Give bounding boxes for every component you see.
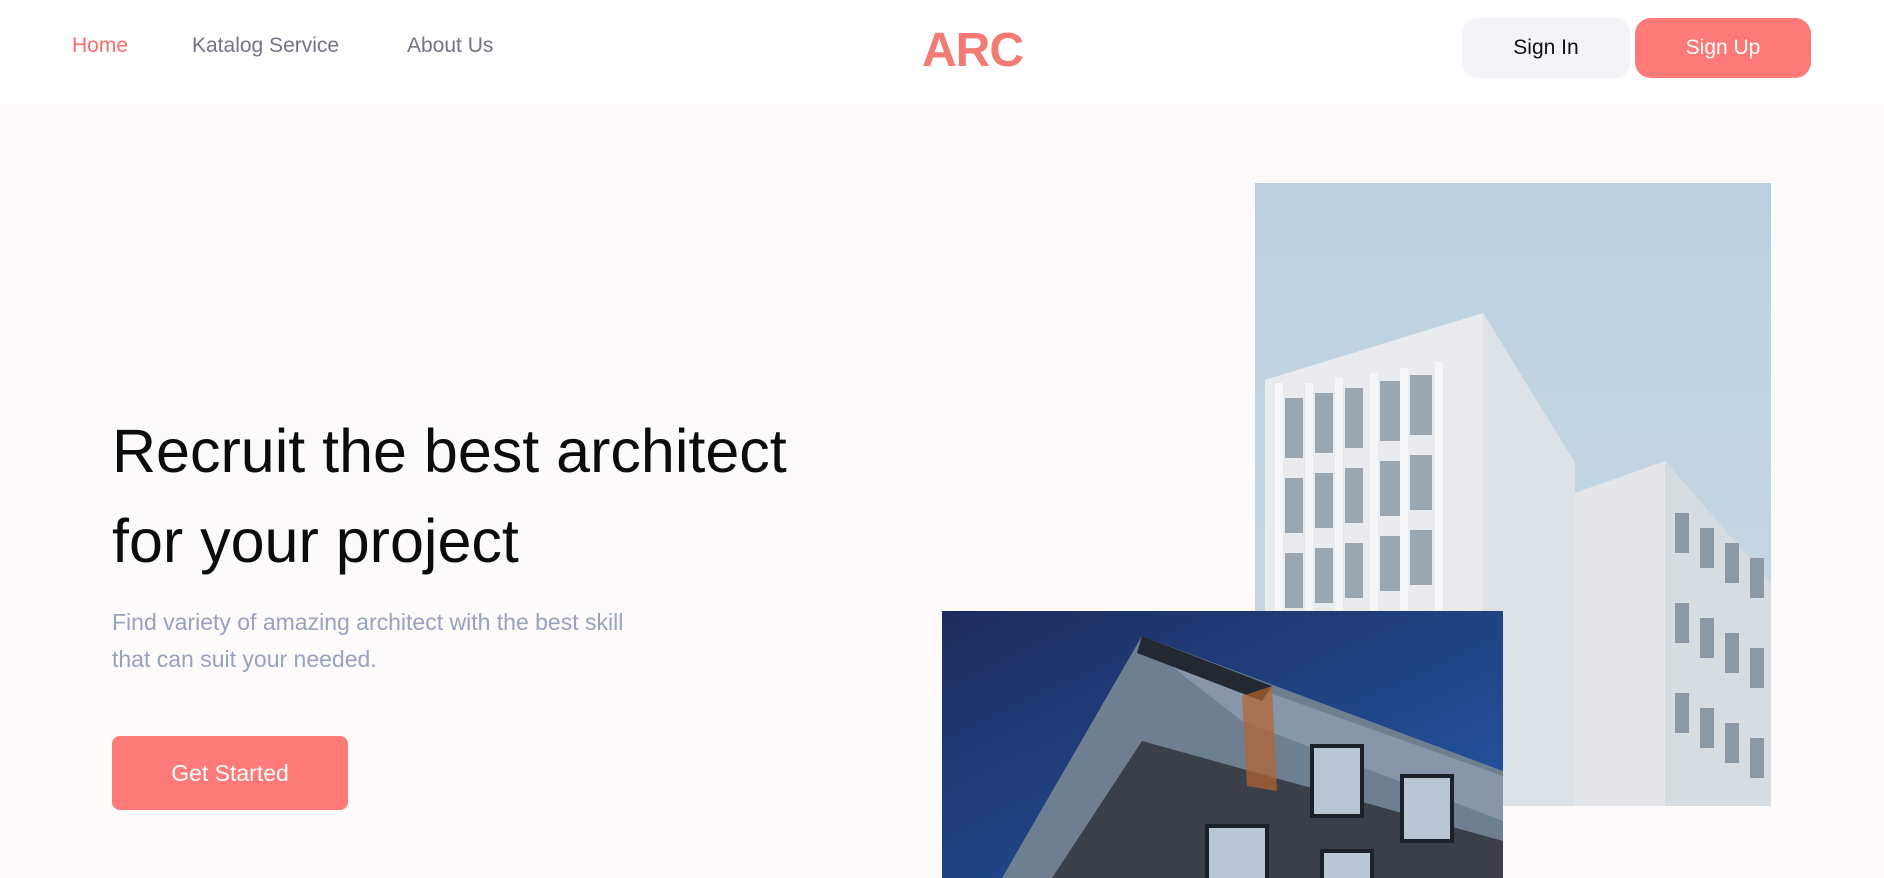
sign-up-button[interactable]: Sign Up [1635,18,1811,78]
arc-logo[interactable]: ARC [922,22,1032,72]
hero-title-line-1: Recruit the best architect [112,417,787,485]
hero-subtitle-line-2: that can suit your needed. [112,646,377,672]
hero-subtitle: Find variety of amazing architect with t… [112,604,672,678]
sign-in-button[interactable]: Sign In [1462,18,1630,78]
hero-subtitle-line-1: Find variety of amazing architect with t… [112,609,624,635]
brick-building-corner-photo [942,611,1503,878]
hero-title: Recruit the best architect for your proj… [112,406,872,586]
nav-home-link[interactable]: Home [72,34,128,58]
nav-katalog-service-link[interactable]: Katalog Service [192,34,339,58]
hero-title-line-2: for your project [112,507,519,575]
logo-text: ARC [922,24,1023,72]
site-header: Home Katalog Service About Us ARC Sign I… [0,0,1884,104]
get-started-button[interactable]: Get Started [112,736,348,810]
nav-about-us-link[interactable]: About Us [407,34,493,58]
